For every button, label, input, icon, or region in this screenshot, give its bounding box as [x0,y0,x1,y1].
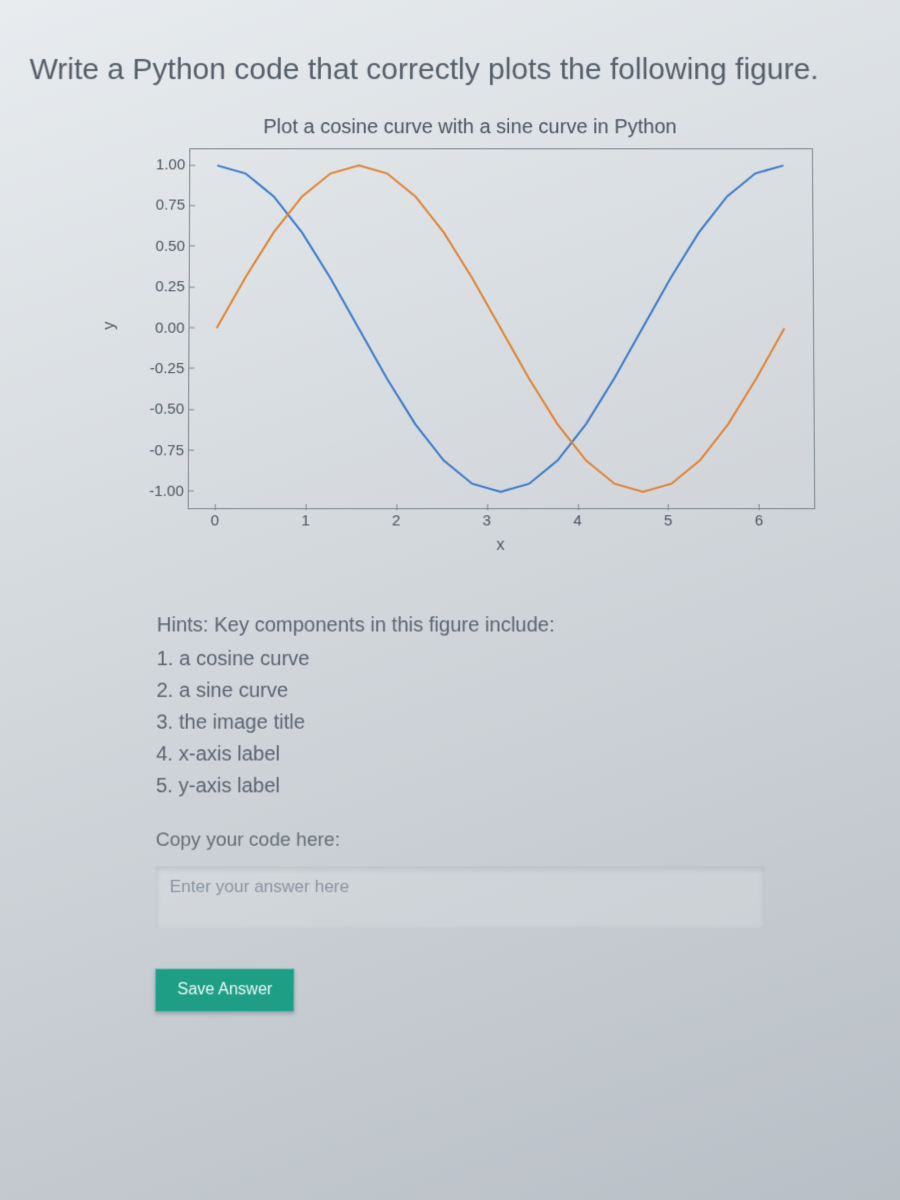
chart: Plot a cosine curve with a sine curve in… [86,124,854,569]
x-tick-label: 0 [211,512,219,529]
chart-title: Plot a cosine curve with a sine curve in… [89,116,851,139]
hint-item: 2. a sine curve [156,675,875,707]
x-axis-label: x [187,537,813,555]
answer-input[interactable] [155,866,765,928]
x-tick-label: 5 [664,512,672,529]
hint-item: 3. the image title [156,707,875,739]
x-tick-label: 2 [392,512,400,529]
hints-block: Hints: Key components in this figure inc… [156,610,876,803]
y-tick-label: 0.25 [138,278,184,295]
x-tick-label: 6 [755,512,764,529]
y-tick-label: 0.75 [139,197,185,214]
plot-area [188,148,816,509]
hint-item: 1. a cosine curve [157,644,875,676]
chart-curves [189,149,815,508]
hint-item: 4. x-axis label [156,739,876,771]
x-tick-label: 1 [301,512,309,529]
y-tick-label: -0.75 [138,441,184,458]
copy-code-label: Copy your code here: [156,829,877,852]
y-tick-label: -0.25 [138,359,184,376]
y-tick-label: -0.50 [138,400,184,417]
y-tick-label: -1.00 [137,482,183,499]
y-tick-label: 0.00 [138,319,184,336]
x-tick-label: 4 [573,512,581,529]
y-tick-label: 0.50 [139,237,185,254]
x-tick-label: 3 [483,512,491,529]
sine-line [216,166,785,492]
hint-item: 5. y-axis label [156,771,876,803]
save-answer-button[interactable]: Save Answer [155,969,295,1012]
y-axis-label: y [101,322,119,330]
question-text: Write a Python code that correctly plots… [29,50,870,89]
y-tick-label: 1.00 [139,156,185,173]
hints-intro: Hints: Key components in this figure inc… [157,610,875,642]
